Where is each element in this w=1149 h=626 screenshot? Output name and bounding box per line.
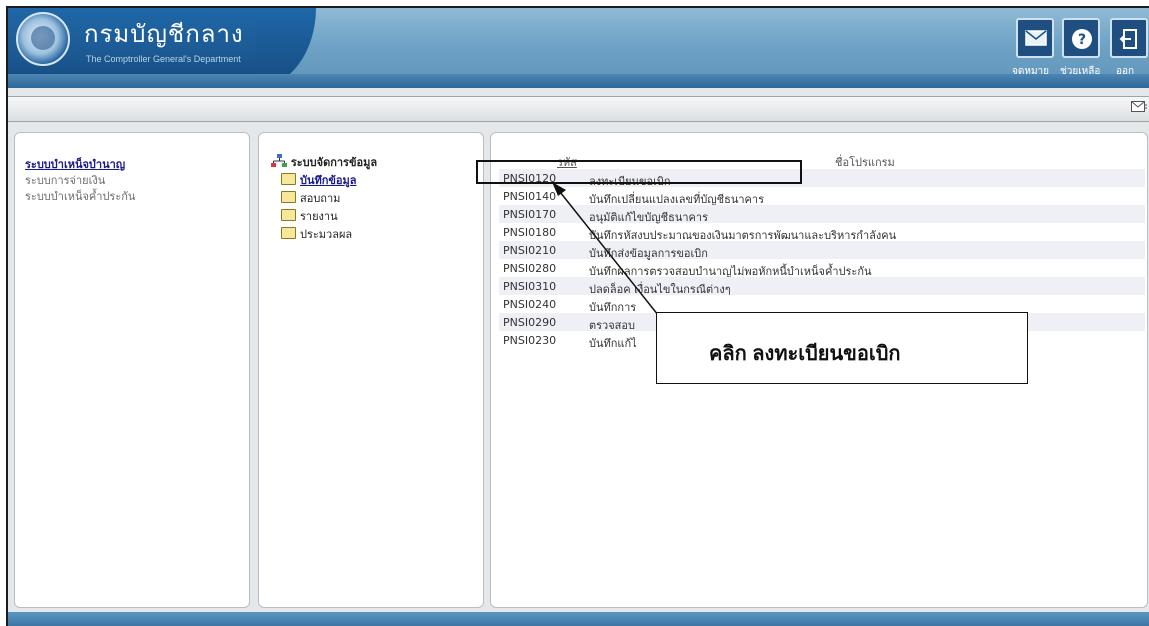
sitemap-icon	[271, 154, 287, 167]
logout-button[interactable]	[1110, 18, 1148, 58]
folder-icon	[281, 227, 296, 239]
tree-item-label: บันทึกข้อมูล	[300, 174, 357, 187]
program-code: PNSI0210	[503, 244, 557, 257]
table-row[interactable]: PNSI0210 บันทึกส่งข้อมูลการขอเบิก	[499, 241, 1145, 260]
help-icon: ?	[1072, 29, 1092, 49]
callout-text: คลิก ลงทะเบียนขอเบิก	[709, 343, 901, 365]
logout-label[interactable]: ออก	[1116, 64, 1134, 79]
function-tree-panel: ระบบจัดการข้อมูล บันทึกข้อมูล สอบถาม ราย…	[258, 132, 484, 608]
program-name: บันทึกแก้ไ	[589, 337, 637, 350]
svg-text:?: ?	[1078, 32, 1086, 48]
tree-root[interactable]: ระบบจัดการข้อมูล	[271, 153, 377, 171]
tree-root-label: ระบบจัดการข้อมูล	[290, 156, 378, 169]
instruction-callout: คลิก ลงทะเบียนขอเบิก	[656, 312, 1028, 384]
header-stripe	[8, 74, 1149, 88]
help-label[interactable]: ช่วยเหลือ	[1060, 64, 1100, 79]
table-row[interactable]: PNSI0240 บันทึกการ	[499, 295, 1145, 314]
program-code: PNSI0230	[503, 334, 557, 347]
table-row[interactable]: PNSI0310 ปลดล็อค เงื่อนไขในกรณีต่างๆ	[499, 277, 1145, 296]
folder-icon	[281, 209, 296, 221]
program-code: PNSI0240	[503, 298, 557, 311]
mail-icon	[1025, 30, 1047, 46]
header-banner: กรมบัญชีกลาง The Comptroller General's D…	[8, 8, 1149, 88]
mail-small-icon[interactable]	[1131, 101, 1147, 113]
help-button[interactable]: ?	[1062, 18, 1100, 58]
program-code: PNSI0280	[503, 262, 557, 275]
program-code: PNSI0180	[503, 226, 557, 239]
table-row[interactable]: PNSI0180 บันทึกรหัสงบประมาณของเงินมาตรกา…	[499, 223, 1145, 242]
folder-icon	[281, 173, 296, 185]
org-name-thai: กรมบัญชีกลาง	[84, 21, 244, 48]
program-code: PNSI0310	[503, 280, 557, 293]
tree-item-label: ประมวลผล	[300, 228, 353, 241]
folder-icon	[281, 191, 296, 203]
tree-item-process[interactable]: ประมวลผล	[281, 225, 352, 243]
program-code: PNSI0170	[503, 208, 557, 221]
mail-label[interactable]: จดหมาย	[1012, 64, 1049, 79]
table-row[interactable]: PNSI0170 อนุมัติแก้ไขบัญชีธนาคาร	[499, 205, 1145, 224]
org-name-english: The Comptroller General's Department	[86, 54, 241, 64]
mail-button[interactable]	[1016, 18, 1054, 58]
tree-item-label: รายงาน	[300, 210, 338, 223]
table-row[interactable]: PNSI0140 บันทึกเปลี่ยนแปลงเลขที่บัญชีธนา…	[499, 187, 1145, 206]
table-row[interactable]: PNSI0280 บันทึกผลการตรวจสอบบำนาญไม่พอหัก…	[499, 259, 1145, 278]
highlight-box	[476, 160, 802, 184]
program-code: PNSI0290	[503, 316, 557, 329]
menu-item-guarantee-system[interactable]: ระบบบำเหน็จค้ำประกัน	[25, 187, 135, 205]
toolbar	[8, 96, 1149, 122]
tree-item-inquiry[interactable]: สอบถาม	[281, 189, 340, 207]
system-menu-panel: ระบบบำเหน็จบำนาญ ระบบการจ่ายเงิน ระบบบำเ…	[14, 132, 250, 608]
department-logo-icon	[16, 12, 70, 66]
tree-item-record-data[interactable]: บันทึกข้อมูล	[281, 171, 357, 189]
tree-item-report[interactable]: รายงาน	[281, 207, 338, 225]
logout-icon	[1119, 29, 1137, 49]
program-code: PNSI0140	[503, 190, 557, 203]
tree-item-label: สอบถาม	[300, 192, 341, 205]
